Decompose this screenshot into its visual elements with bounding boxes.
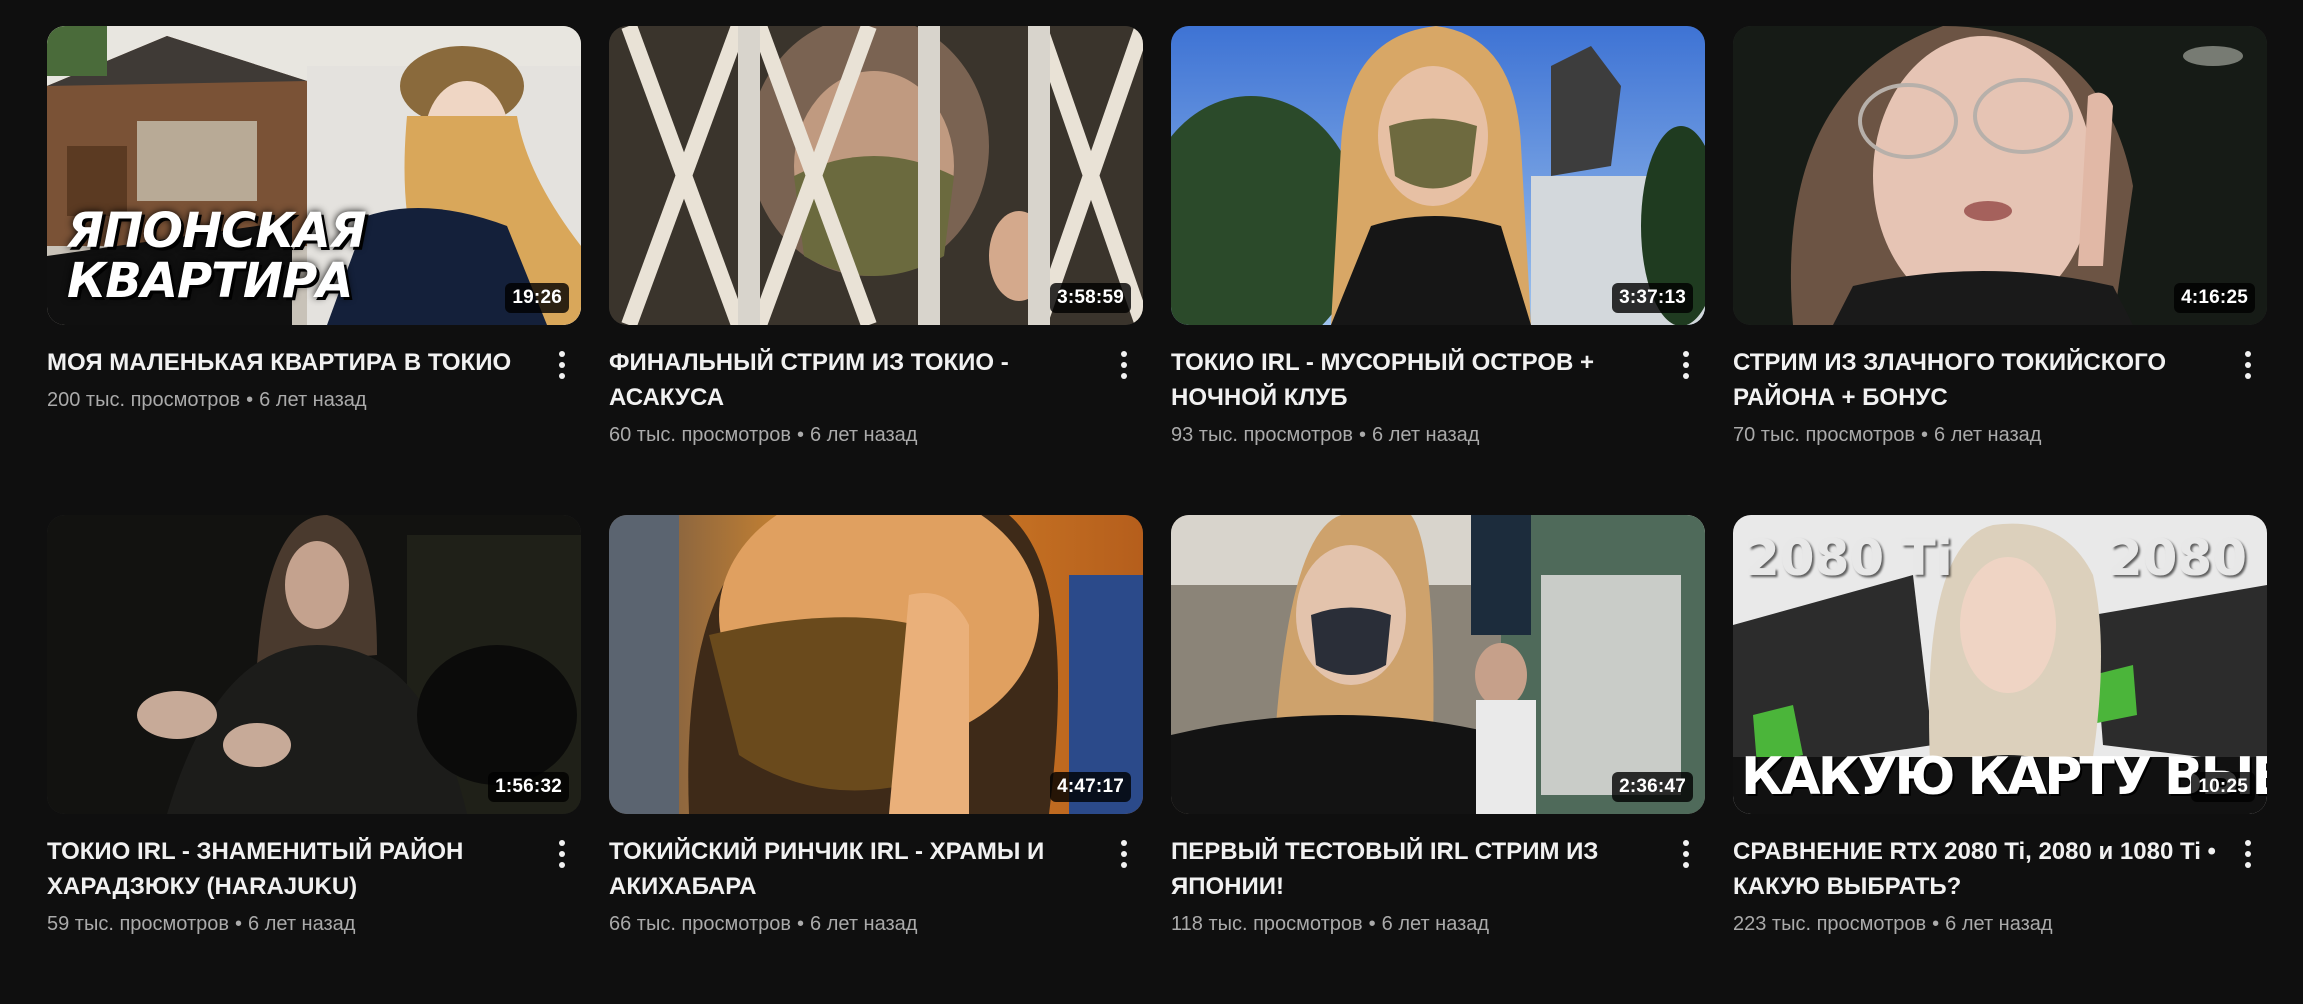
duration-badge: 3:37:13 [1612, 283, 1693, 313]
video-card: 4:47:17 ТОКИЙСКИЙ РИНЧИК IRL - ХРАМЫ И А… [609, 515, 1143, 1004]
video-details: СТРИМ ИЗ ЗЛАЧНОГО ТОКИЙСКОГО РАЙОНА + БО… [1733, 345, 2267, 449]
video-stats: 223 тыс. просмотров • 6 лет назад [1733, 910, 2233, 938]
more-vert-icon[interactable] [1671, 834, 1701, 874]
more-vert-icon[interactable] [1109, 345, 1139, 385]
video-thumbnail[interactable]: 3:58:59 [609, 26, 1143, 325]
upload-age: 6 лет назад [248, 913, 356, 935]
video-thumbnail[interactable]: 2:36:47 [1171, 515, 1705, 814]
upload-age: 6 лет назад [1934, 424, 2042, 446]
duration-badge: 1:56:32 [488, 772, 569, 802]
more-vert-icon[interactable] [2233, 834, 2263, 874]
separator-dot: • [246, 389, 254, 411]
video-card: 3:37:13 ТОКИО IRL - МУСОРНЫЙ ОСТРОВ + НО… [1171, 26, 1705, 515]
video-thumbnail[interactable]: ЯПОНСКАЯ КВАРТИРА 19:26 [47, 26, 581, 325]
video-thumbnail[interactable]: 3:37:13 [1171, 26, 1705, 325]
video-card: 2:36:47 ПЕРВЫЙ ТЕСТОВЫЙ IRL СТРИМ ИЗ ЯПО… [1171, 515, 1705, 1004]
separator-dot: • [235, 913, 243, 935]
view-count: 70 тыс. просмотров [1733, 424, 1915, 446]
view-count: 223 тыс. просмотров [1733, 913, 1927, 935]
video-card: ЯПОНСКАЯ КВАРТИРА 19:26 МОЯ МАЛЕНЬКАЯ КВ… [47, 26, 581, 515]
duration-badge: 19:26 [505, 283, 569, 313]
video-details: ТОКИЙСКИЙ РИНЧИК IRL - ХРАМЫ И АКИХАБАРА… [609, 834, 1143, 938]
video-details: ФИНАЛЬНЫЙ СТРИМ ИЗ ТОКИО - АСАКУСА 60 ты… [609, 345, 1143, 449]
video-title[interactable]: МОЯ МАЛЕНЬКАЯ КВАРТИРА В ТОКИО [47, 345, 547, 380]
thumbnail-image [1171, 515, 1705, 814]
duration-badge: 4:47:17 [1050, 772, 1131, 802]
duration-badge: 4:16:25 [2174, 283, 2255, 313]
video-card: 3:58:59 ФИНАЛЬНЫЙ СТРИМ ИЗ ТОКИО - АСАКУ… [609, 26, 1143, 515]
video-title[interactable]: ФИНАЛЬНЫЙ СТРИМ ИЗ ТОКИО - АСАКУСА [609, 345, 1109, 415]
view-count: 200 тыс. просмотров [47, 389, 241, 411]
separator-dot: • [1359, 424, 1367, 446]
upload-age: 6 лет назад [1381, 913, 1490, 935]
video-title[interactable]: СТРИМ ИЗ ЗЛАЧНОГО ТОКИЙСКОГО РАЙОНА + БО… [1733, 345, 2233, 415]
video-details: МОЯ МАЛЕНЬКАЯ КВАРТИРА В ТОКИО 200 тыс. … [47, 345, 581, 414]
upload-age: 6 лет назад [810, 913, 918, 935]
separator-dot: • [797, 913, 805, 935]
video-stats: 70 тыс. просмотров • 6 лет назад [1733, 421, 2233, 449]
video-title[interactable]: ТОКИО IRL - ЗНАМЕНИТЫЙ РАЙОН ХАРАДЗЮКУ (… [47, 834, 547, 904]
more-vert-icon[interactable] [547, 345, 577, 385]
separator-dot: • [1368, 913, 1376, 935]
thumbnail-image [1733, 26, 2267, 325]
video-title[interactable]: СРАВНЕНИЕ RTX 2080 Ti, 2080 и 1080 Ti • … [1733, 834, 2233, 904]
video-details: СРАВНЕНИЕ RTX 2080 Ti, 2080 и 1080 Ti • … [1733, 834, 2267, 938]
video-stats: 118 тыс. просмотров • 6 лет назад [1171, 910, 1671, 938]
thumbnail-caption: ЯПОНСКАЯ КВАРТИРА [67, 203, 367, 309]
upload-age: 6 лет назад [1945, 913, 2053, 935]
thumbnail-image [609, 515, 1143, 814]
duration-badge: 10:25 [2191, 772, 2255, 802]
separator-dot: • [1932, 913, 1940, 935]
duration-badge: 3:58:59 [1050, 283, 1131, 313]
video-thumbnail[interactable]: 2080 Ti 2080 КАКУЮ КАРТУ ВЫБРАТЬ? 10:25 [1733, 515, 2267, 814]
thumbnail-caption: 2080 [2107, 529, 2247, 587]
view-count: 66 тыс. просмотров [609, 913, 791, 935]
thumbnail-image [47, 515, 581, 814]
thumbnail-image [609, 26, 1143, 325]
more-vert-icon[interactable] [547, 834, 577, 874]
video-stats: 59 тыс. просмотров • 6 лет назад [47, 910, 547, 938]
thumbnail-caption: КАКУЮ КАРТУ ВЫБРАТЬ? [1741, 747, 2267, 807]
video-card: 1:56:32 ТОКИО IRL - ЗНАМЕНИТЫЙ РАЙОН ХАР… [47, 515, 581, 1004]
video-grid: ЯПОНСКАЯ КВАРТИРА 19:26 МОЯ МАЛЕНЬКАЯ КВ… [47, 26, 2267, 1004]
separator-dot: • [1921, 424, 1929, 446]
video-thumbnail[interactable]: 1:56:32 [47, 515, 581, 814]
separator-dot: • [797, 424, 805, 446]
video-card: 4:16:25 СТРИМ ИЗ ЗЛАЧНОГО ТОКИЙСКОГО РАЙ… [1733, 26, 2267, 515]
video-stats: 200 тыс. просмотров • 6 лет назад [47, 386, 547, 414]
view-count: 59 тыс. просмотров [47, 913, 229, 935]
video-stats: 93 тыс. просмотров • 6 лет назад [1171, 421, 1671, 449]
video-title[interactable]: ТОКИО IRL - МУСОРНЫЙ ОСТРОВ + НОЧНОЙ КЛУ… [1171, 345, 1671, 415]
view-count: 93 тыс. просмотров [1171, 424, 1353, 446]
video-details: ТОКИО IRL - ЗНАМЕНИТЫЙ РАЙОН ХАРАДЗЮКУ (… [47, 834, 581, 938]
thumbnail-caption: 2080 Ti [1745, 529, 1953, 587]
upload-age: 6 лет назад [1372, 424, 1480, 446]
video-stats: 60 тыс. просмотров • 6 лет назад [609, 421, 1109, 449]
view-count: 60 тыс. просмотров [609, 424, 791, 446]
view-count: 118 тыс. просмотров [1171, 913, 1363, 935]
more-vert-icon[interactable] [2233, 345, 2263, 385]
duration-badge: 2:36:47 [1612, 772, 1693, 802]
video-thumbnail[interactable]: 4:47:17 [609, 515, 1143, 814]
video-details: ПЕРВЫЙ ТЕСТОВЫЙ IRL СТРИМ ИЗ ЯПОНИИ! 118… [1171, 834, 1705, 938]
video-details: ТОКИО IRL - МУСОРНЫЙ ОСТРОВ + НОЧНОЙ КЛУ… [1171, 345, 1705, 449]
more-vert-icon[interactable] [1671, 345, 1701, 385]
video-thumbnail[interactable]: 4:16:25 [1733, 26, 2267, 325]
video-stats: 66 тыс. просмотров • 6 лет назад [609, 910, 1109, 938]
upload-age: 6 лет назад [810, 424, 918, 446]
upload-age: 6 лет назад [259, 389, 367, 411]
video-card: 2080 Ti 2080 КАКУЮ КАРТУ ВЫБРАТЬ? 10:25 … [1733, 515, 2267, 1004]
thumbnail-image [1171, 26, 1705, 325]
video-title[interactable]: ТОКИЙСКИЙ РИНЧИК IRL - ХРАМЫ И АКИХАБАРА [609, 834, 1109, 904]
more-vert-icon[interactable] [1109, 834, 1139, 874]
video-title[interactable]: ПЕРВЫЙ ТЕСТОВЫЙ IRL СТРИМ ИЗ ЯПОНИИ! [1171, 834, 1671, 904]
